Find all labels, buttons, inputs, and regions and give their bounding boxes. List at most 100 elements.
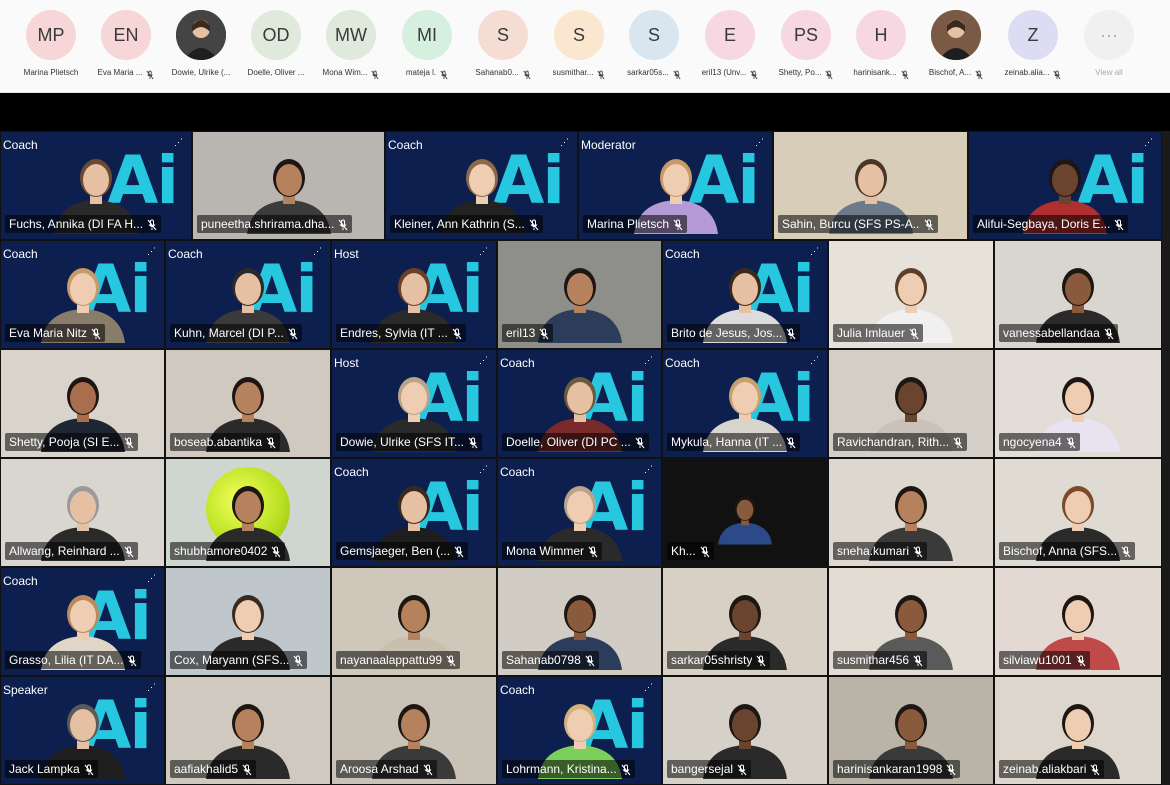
video-tile[interactable]: Ai ⋰ Coach Eva Maria Nitz <box>0 240 165 349</box>
video-tile[interactable]: boseab.abantika <box>165 349 331 458</box>
mic-off-icon <box>975 67 983 80</box>
participant-avatar-item[interactable]: MW Mona Wim... <box>313 10 389 82</box>
mic-off-icon <box>127 654 137 667</box>
participant-name-tag: Kleiner, Ann Kathrin (S... <box>390 215 543 233</box>
participant-name-tag: susmithar456 <box>833 651 928 669</box>
video-tile[interactable]: Ai ⋰ Speaker Jack Lampka <box>0 676 165 785</box>
video-tile[interactable]: zeinab.aliakbari <box>994 676 1162 785</box>
video-tile[interactable]: Allwang, Reinhard ... <box>0 458 165 567</box>
video-tile[interactable]: Ai ⋰ Coach Fuchs, Annika (DI FA H... <box>0 131 192 240</box>
view-all-button[interactable]: ··· View all <box>1071 10 1147 82</box>
participant-name: harinisankaran1998 <box>837 762 943 776</box>
participant-name-tag: Alifui-Segbaya, Doris E... <box>973 215 1129 233</box>
video-tile[interactable]: Ai ⋰ Coach Grasso, Lilia (IT DA... <box>0 567 165 676</box>
participant-name: Mona Wimmer <box>506 544 585 558</box>
video-tile[interactable]: Ai ⋰ Coach Mykula, Hanna (IT ... <box>662 349 828 458</box>
participant-name: Doelle, Oliver (DI PC ... <box>506 435 631 449</box>
participant-name-tag: Shetty, Pooja (SI E... <box>5 433 138 451</box>
video-tile[interactable]: aafiakhalid5 <box>165 676 331 785</box>
avatar: PS <box>781 10 831 60</box>
participant-avatar-item[interactable]: Dowie, Ulrike (... <box>163 10 239 82</box>
participant-name-tag: Mona Wimmer <box>502 542 603 560</box>
participant-name-row: Eva Maria ... <box>88 66 164 80</box>
participant-avatar-item[interactable]: S Sahanab0... <box>465 10 541 82</box>
participant-name: Ravichandran, Rith... <box>837 435 950 449</box>
video-tile[interactable]: Ai ⋰ Coach Lohrmann, Kristina... <box>497 676 662 785</box>
video-tile[interactable]: bangersejal <box>662 676 828 785</box>
video-tile[interactable]: Ai ⋰ Host Dowie, Ulrike (SFS IT... <box>331 349 497 458</box>
mic-off-icon <box>288 327 298 340</box>
mic-off-icon <box>597 67 605 80</box>
video-tile[interactable]: Ai ⋰ Moderator Marina Plietsch <box>578 131 773 240</box>
video-tile[interactable]: Ai ⋰ Coach Kuhn, Marcel (DI P... <box>165 240 331 349</box>
participant-avatar-item[interactable]: EN Eva Maria ... <box>88 10 164 82</box>
video-tile[interactable]: Ai ⋰ Host Endres, Sylvia (IT ... <box>331 240 497 349</box>
participant-name: Eva Maria ... <box>97 67 143 77</box>
mic-off-icon <box>635 436 645 449</box>
video-tile[interactable]: Aroosa Arshad <box>331 676 497 785</box>
video-tile[interactable]: Kh... <box>662 458 828 567</box>
participant-name: Sahanab0... <box>475 67 519 77</box>
mic-off-icon <box>124 545 134 558</box>
avatar <box>931 10 981 60</box>
mic-off-icon <box>266 436 276 449</box>
video-tile[interactable]: Shetty, Pooja (SI E... <box>0 349 165 458</box>
participant-name-tag: puneetha.shrirama.dha... <box>197 215 353 233</box>
video-tile[interactable]: shubhamore0402 <box>165 458 331 567</box>
participant-avatar-item[interactable]: Ssusmithar... <box>541 10 617 82</box>
participant-name: aafiakhalid5 <box>174 762 239 776</box>
participant-avatar-item[interactable]: Eeril13 (Unv... <box>692 10 768 82</box>
ai-dots-icon: ⋰ <box>755 137 764 147</box>
video-tile[interactable]: harinisankaran1998 <box>828 676 994 785</box>
participant-name: View all <box>1095 67 1123 77</box>
participant-avatar-item[interactable]: MP Marina Plietsch <box>13 10 89 82</box>
video-tile[interactable]: Ai ⋰ Coach Gemsjaeger, Ben (... <box>331 458 497 567</box>
video-tile[interactable]: sarkar05shristy <box>662 567 828 676</box>
video-tile[interactable]: nayanaalappattu99 <box>331 567 497 676</box>
participant-name-tag: Allwang, Reinhard ... <box>5 542 138 560</box>
video-tile[interactable]: Ai ⋰ Coach Brito de Jesus, Jos... <box>662 240 828 349</box>
video-tile[interactable]: Sahin, Burcu (SFS PS-A... <box>773 131 968 240</box>
mic-off-icon <box>271 545 281 558</box>
participant-avatar-item[interactable]: OD Doelle, Oliver ... <box>238 10 314 82</box>
video-tile[interactable]: Julia Imlauer <box>828 240 994 349</box>
video-tile[interactable]: Ai ⋰ Coach Doelle, Oliver (DI PC ... <box>497 349 662 458</box>
video-tile[interactable]: silviawu1001 <box>994 567 1162 676</box>
video-tile[interactable]: ngocyena4 <box>994 349 1162 458</box>
role-label: Host <box>334 247 359 261</box>
video-tile[interactable]: Cox, Maryann (SFS... <box>165 567 331 676</box>
video-tile[interactable]: Ai ⋰ Coach Kleiner, Ann Kathrin (S... <box>385 131 578 240</box>
participant-avatar-item[interactable]: PS Shetty, Po... <box>768 10 844 82</box>
participant-avatar-item[interactable]: Ssarkar05s... <box>616 10 692 82</box>
participant-name: boseab.abantika <box>174 435 263 449</box>
participant-avatar-item[interactable]: Bischof, A... <box>918 10 994 82</box>
participant-name: Mona Wim... <box>322 67 368 77</box>
video-gallery: Ai ⋰ Coach Fuchs, Annika (DI FA H... puneeth… <box>0 131 1170 785</box>
participant-video <box>713 469 777 566</box>
ai-dots-icon: ⋰ <box>479 464 488 474</box>
video-tile[interactable]: vanessabellandaa <box>994 240 1162 349</box>
avatar: MI <box>402 10 452 60</box>
ai-dots-icon: ⋰ <box>644 355 653 365</box>
mic-off-icon <box>786 436 796 449</box>
video-tile[interactable]: Ai ⋰ Alifui-Segbaya, Doris E... <box>968 131 1162 240</box>
video-tile[interactable]: susmithar456 <box>828 567 994 676</box>
video-tile[interactable]: sneha.kumari <box>828 458 994 567</box>
mic-off-icon <box>946 763 956 776</box>
participant-name-tag: Bischof, Anna (SFS... <box>999 542 1136 560</box>
participant-name: Jack Lampka <box>9 762 80 776</box>
participant-name: Julia Imlauer <box>837 326 906 340</box>
video-tile[interactable]: Sahanab0798 <box>497 567 662 676</box>
video-tile[interactable]: eril13 <box>497 240 662 349</box>
ai-dots-icon: ⋰ <box>644 682 653 692</box>
video-tile[interactable]: Bischof, Anna (SFS... <box>994 458 1162 567</box>
participant-avatar-item[interactable]: Zzeinab.alia... <box>995 10 1071 82</box>
participant-name: Brito de Jesus, Jos... <box>671 326 783 340</box>
mic-off-icon <box>423 763 433 776</box>
video-tile[interactable]: Ravichandran, Rith... <box>828 349 994 458</box>
participant-avatar-item[interactable]: MI mateja l. <box>389 10 465 82</box>
video-tile[interactable]: puneetha.shrirama.dha... <box>192 131 385 240</box>
video-tile[interactable]: Ai ⋰ Coach Mona Wimmer <box>497 458 662 567</box>
participants-bar: MP Marina Plietsch EN Eva Maria ... Dowie, U… <box>0 0 1170 93</box>
participant-avatar-item[interactable]: Hharinisank... <box>843 10 919 82</box>
